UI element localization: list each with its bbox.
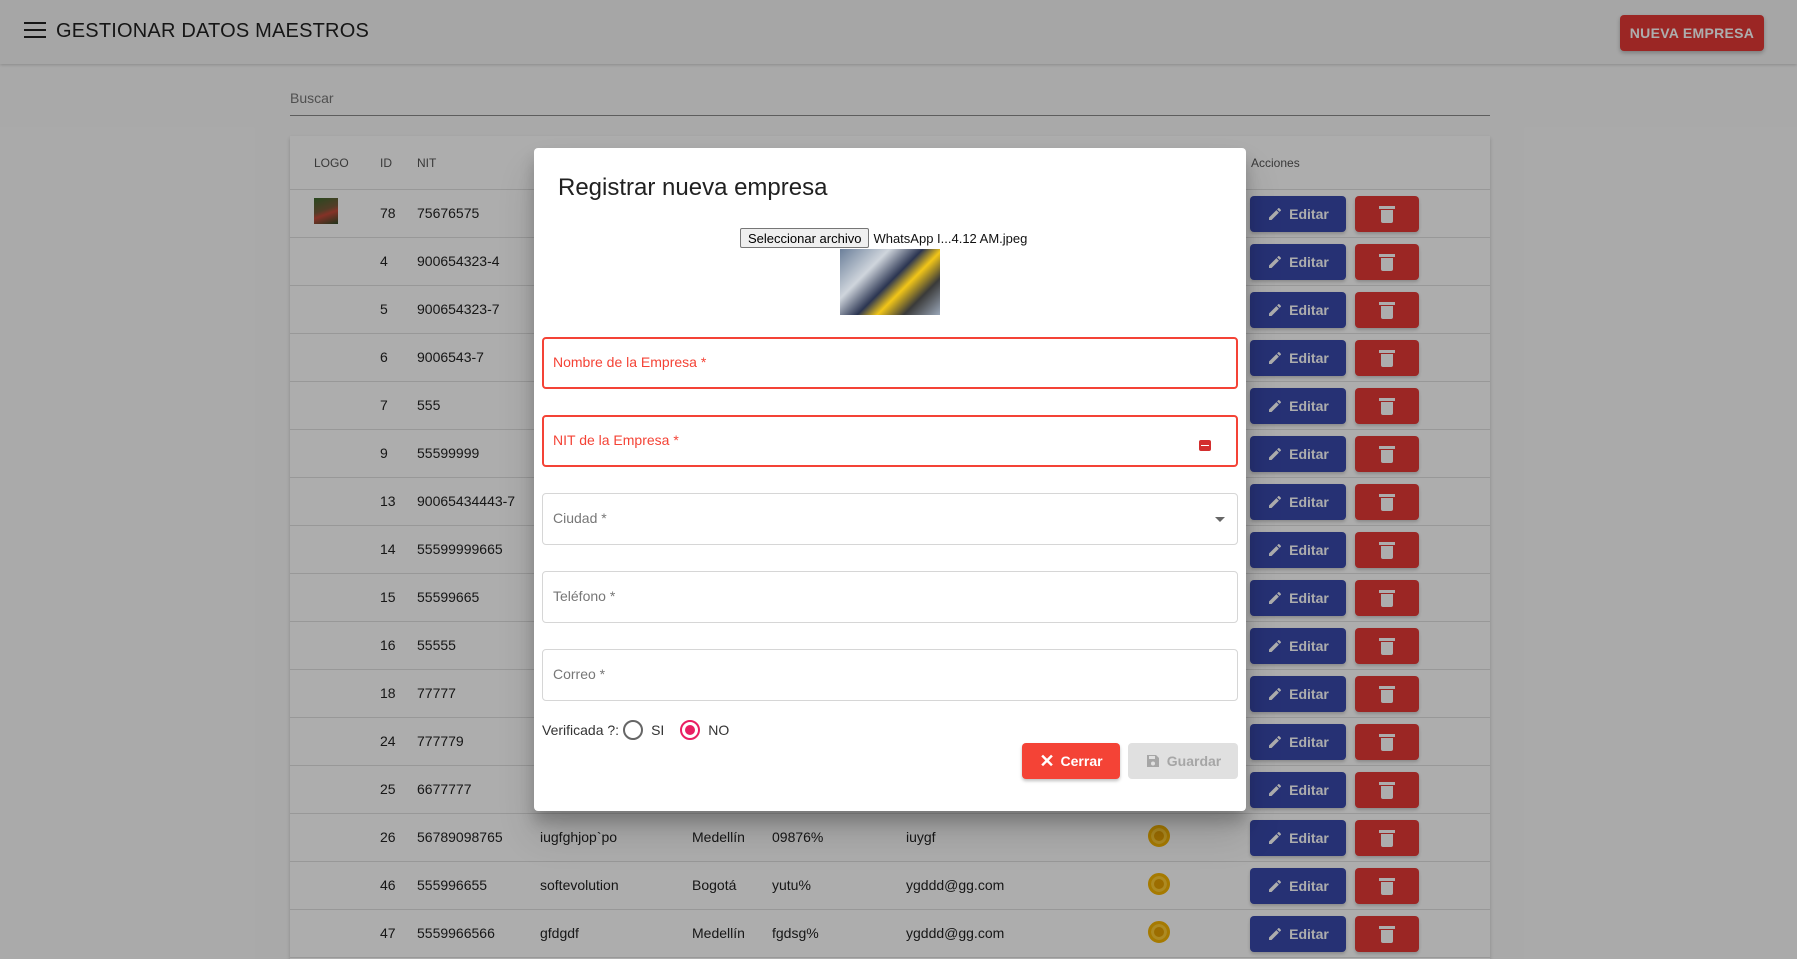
verified-radio-group: Verificada ?: SI NO — [542, 720, 729, 740]
email-label: Correo * — [553, 666, 606, 682]
phone-label: Teléfono * — [553, 588, 616, 604]
chevron-down-icon — [1215, 517, 1225, 522]
close-icon: ✕ — [1039, 751, 1055, 771]
radio-no-label: NO — [708, 722, 730, 738]
file-name: WhatsApp I...4.12 AM.jpeg — [873, 230, 1028, 246]
radio-no[interactable] — [680, 720, 701, 740]
verified-label: Verificada ?: — [542, 722, 620, 738]
logo-preview-image — [840, 249, 940, 315]
register-company-dialog: Registrar nueva empresa Seleccionar arch… — [534, 148, 1246, 811]
company-name-label: Nombre de la Empresa * — [553, 354, 707, 370]
company-nit-label: NIT de la Empresa * — [553, 432, 679, 448]
save-button[interactable]: Guardar — [1128, 743, 1238, 779]
radio-si[interactable] — [623, 720, 644, 740]
save-button-label: Guardar — [1166, 753, 1222, 769]
save-icon — [1146, 755, 1159, 767]
dialog-title: Registrar nueva empresa — [558, 174, 828, 201]
file-upload: Seleccionar archivo WhatsApp I...4.12 AM… — [740, 228, 1027, 248]
company-nit-field[interactable]: NIT de la Empresa * — [542, 415, 1238, 467]
close-button[interactable]: ✕ Cerrar — [1022, 743, 1120, 779]
phone-field[interactable]: Teléfono * — [542, 571, 1238, 623]
email-field[interactable]: Correo * — [542, 649, 1238, 701]
error-icon — [1199, 440, 1211, 451]
choose-file-button[interactable]: Seleccionar archivo — [740, 228, 870, 248]
city-select[interactable]: Ciudad * — [542, 493, 1238, 545]
company-name-field[interactable]: Nombre de la Empresa * — [542, 337, 1238, 389]
close-button-label: Cerrar — [1060, 753, 1103, 769]
radio-si-label: SI — [651, 722, 665, 738]
city-label: Ciudad * — [553, 510, 607, 526]
